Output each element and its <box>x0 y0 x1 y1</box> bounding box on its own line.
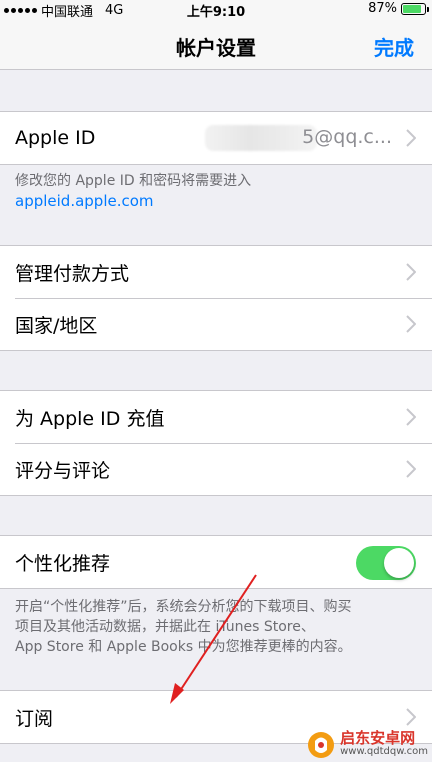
battery-percent: 87% <box>368 1 397 16</box>
personalized-toggle[interactable] <box>356 546 416 580</box>
personalized-label: 个性化推荐 <box>15 552 111 575</box>
country-region-row[interactable]: 国家/地区 <box>0 298 432 350</box>
watermark-name: 启东安卓网 <box>340 729 416 747</box>
watermark-logo-icon <box>308 732 335 758</box>
apple-id-group: Apple ID 5@qq.c... <box>0 111 432 165</box>
ratings-reviews-label: 评分与评论 <box>15 459 111 482</box>
status-bar: 中国联通 4G 上午9:10 87% <box>0 0 432 20</box>
country-region-label: 国家/地区 <box>15 314 98 337</box>
subscriptions-label: 订阅 <box>15 707 54 730</box>
payment-group: 管理付款方式 国家/地区 <box>0 245 432 351</box>
page-title: 帐户设置 <box>176 36 256 60</box>
topup-label: 为 Apple ID 充值 <box>15 407 165 430</box>
chevron-right-icon <box>406 708 416 726</box>
watermark: 启东安卓网 www.qdtdqw.com <box>306 730 428 760</box>
chevron-right-icon <box>406 460 416 478</box>
personalized-group: 个性化推荐 <box>0 535 432 589</box>
done-button[interactable]: 完成 <box>374 32 414 61</box>
manage-payment-label: 管理付款方式 <box>15 262 130 285</box>
apple-id-footer-text: 修改您的 Apple ID 和密码将需要进入 <box>15 173 252 189</box>
apple-id-label: Apple ID <box>15 127 96 149</box>
personalized-footer: 开启“个性化推荐”后，系统会分析您的下载项目、购买 项目及其他活动数据，并据此在… <box>15 597 352 657</box>
toggle-knob <box>384 548 414 578</box>
apple-id-row[interactable]: Apple ID 5@qq.c... <box>0 112 432 164</box>
watermark-url: www.qdtdqw.com <box>340 746 428 757</box>
chevron-right-icon <box>406 263 416 281</box>
status-right: 87% <box>368 1 429 16</box>
watermark-text: 启东安卓网 www.qdtdqw.com <box>340 731 428 759</box>
appleid-link[interactable]: appleid.apple.com <box>15 191 251 211</box>
chevron-right-icon <box>406 129 416 147</box>
redacted-email-blur <box>205 125 317 151</box>
battery-fill <box>403 4 422 13</box>
manage-payment-row[interactable]: 管理付款方式 <box>0 246 432 298</box>
personalized-footer-line2: 项目及其他活动数据，并据此在 iTunes Store、 <box>15 619 315 635</box>
store-group: 为 Apple ID 充值 评分与评论 <box>0 390 432 496</box>
personalized-footer-line3: App Store 和 Apple Books 中为您推荐更棒的内容。 <box>15 639 352 655</box>
battery-icon <box>401 2 429 15</box>
personalized-footer-line1: 开启“个性化推荐”后，系统会分析您的下载项目、购买 <box>15 599 352 615</box>
apple-id-footer: 修改您的 Apple ID 和密码将需要进入 appleid.apple.com <box>15 171 251 211</box>
personalized-row: 个性化推荐 <box>0 536 432 588</box>
chevron-right-icon <box>406 315 416 333</box>
nav-bar: 帐户设置 完成 <box>0 18 432 70</box>
ratings-reviews-row[interactable]: 评分与评论 <box>0 443 432 495</box>
chevron-right-icon <box>406 408 416 426</box>
apple-id-value: 5@qq.c... <box>302 126 392 148</box>
topup-row[interactable]: 为 Apple ID 充值 <box>0 391 432 443</box>
